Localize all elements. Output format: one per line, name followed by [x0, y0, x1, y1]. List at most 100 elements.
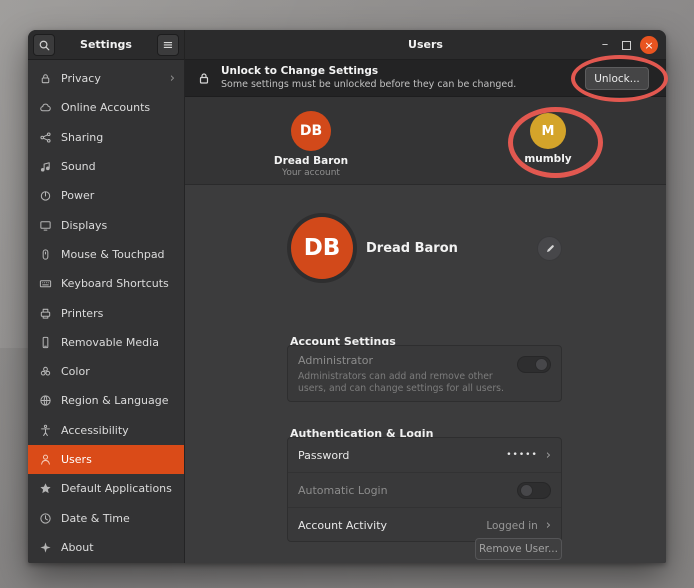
sidebar-item-accessibility[interactable]: Accessibility — [28, 416, 184, 445]
sparkle-icon — [38, 540, 52, 554]
sidebar-item-label: Region & Language — [61, 394, 169, 407]
power-icon — [38, 189, 52, 203]
padlock-icon — [197, 71, 211, 85]
account-settings-card: Administrator Administrators can add and… — [287, 345, 562, 402]
sidebar-item-label: Mouse & Touchpad — [61, 248, 165, 261]
sidebar-item-mouse-touchpad[interactable]: Mouse & Touchpad — [28, 240, 184, 269]
sidebar-item-keyboard-shortcuts[interactable]: Keyboard Shortcuts — [28, 269, 184, 298]
maximize-button[interactable] — [622, 41, 631, 50]
sidebar-item-label: Sharing — [61, 131, 103, 144]
chevron-right-icon: › — [546, 519, 551, 532]
sidebar-item-label: Keyboard Shortcuts — [61, 277, 169, 290]
administrator-toggle[interactable] — [517, 356, 551, 373]
administrator-description: Administrators can add and remove other … — [298, 371, 513, 395]
sidebar-item-label: Printers — [61, 307, 103, 320]
sidebar-item-default-applications[interactable]: Default Applications — [28, 474, 184, 503]
administrator-label: Administrator — [298, 354, 551, 367]
password-dots: ••••• — [506, 450, 538, 460]
sidebar-item-label: About — [61, 541, 94, 554]
sidebar-item-power[interactable]: Power — [28, 181, 184, 210]
sidebar-item-sound[interactable]: Sound — [28, 152, 184, 181]
printer-icon — [38, 306, 52, 320]
automatic-login-row[interactable]: Automatic Login — [288, 473, 561, 508]
sidebar-item-label: Privacy — [61, 72, 101, 85]
user-carousel: DB Dread Baron Your account M mumbly — [185, 97, 666, 185]
sidebar-item-label: Removable Media — [61, 336, 159, 349]
sidebar-item-displays[interactable]: Displays — [28, 210, 184, 239]
unlock-banner-text: Unlock to Change Settings Some settings … — [221, 65, 516, 91]
unlock-banner: Unlock to Change Settings Some settings … — [185, 60, 666, 97]
sidebar-item-region-language[interactable]: Region & Language — [28, 386, 184, 415]
settings-window: Settings ≡ Users – × Privacy › Online Ac… — [28, 30, 666, 563]
unlock-banner-subtitle: Some settings must be unlocked before th… — [221, 78, 516, 91]
account-activity-value: Logged in — [486, 520, 537, 532]
sidebar-item-label: Displays — [61, 219, 107, 232]
star-icon — [38, 482, 52, 496]
profile-name: Dread Baron — [366, 241, 458, 256]
main-headerbar: Users – × — [185, 30, 666, 60]
edit-name-button[interactable] — [537, 236, 562, 261]
share-icon — [38, 130, 52, 144]
sidebar-item-label: Sound — [61, 160, 96, 173]
sidebar-item-online-accounts[interactable]: Online Accounts — [28, 93, 184, 122]
sidebar-item-color[interactable]: Color — [28, 357, 184, 386]
headerbar: Settings ≡ Users – × — [28, 30, 666, 60]
sidebar-item-label: Color — [61, 365, 90, 378]
user-subtitle: Your account — [282, 168, 340, 178]
pencil-icon — [544, 243, 556, 255]
sidebar-item-date-time[interactable]: Date & Time — [28, 503, 184, 532]
sidebar-item-label: Accessibility — [61, 424, 129, 437]
sidebar-item-label: Online Accounts — [61, 101, 150, 114]
account-activity-label: Account Activity — [298, 519, 387, 532]
password-row[interactable]: Password ••••• › — [288, 438, 561, 473]
speaker-note-icon — [38, 160, 52, 174]
mouse-icon — [38, 247, 52, 261]
sidebar-headerbar: Settings ≡ — [28, 30, 185, 60]
sidebar-item-sharing[interactable]: Sharing — [28, 123, 184, 152]
close-button[interactable]: × — [640, 36, 658, 54]
person-icon — [38, 453, 52, 467]
unlock-button[interactable]: Unlock... — [585, 67, 649, 90]
sidebar-item-label: Users — [61, 453, 92, 466]
clock-icon — [38, 511, 52, 525]
automatic-login-label: Automatic Login — [298, 484, 388, 497]
automatic-login-toggle[interactable] — [517, 482, 551, 499]
menu-button[interactable]: ≡ — [157, 34, 179, 56]
carousel-user-dread-baron[interactable]: DB Dread Baron Your account — [251, 111, 371, 178]
sidebar-item-about[interactable]: About — [28, 533, 184, 562]
display-icon — [38, 218, 52, 232]
sidebar-item-label: Power — [61, 189, 94, 202]
window-controls: – × — [597, 30, 658, 60]
remove-user-button[interactable]: Remove User... — [475, 538, 562, 560]
accessibility-icon — [38, 423, 52, 437]
profile-avatar: DB — [287, 213, 357, 283]
avatar: M — [530, 113, 566, 149]
color-icon — [38, 365, 52, 379]
lock-icon — [38, 72, 52, 86]
sidebar-item-label: Date & Time — [61, 512, 130, 525]
users-panel: Unlock to Change Settings Some settings … — [185, 60, 666, 563]
sidebar-item-users[interactable]: Users — [28, 445, 184, 474]
toggle-knob — [520, 484, 533, 497]
chevron-right-icon: › — [170, 72, 175, 85]
media-icon — [38, 335, 52, 349]
password-label: Password — [298, 449, 349, 462]
user-name: Dread Baron — [274, 155, 348, 167]
user-detail: DB Dread Baron Account Settings Administ… — [185, 185, 666, 563]
avatar: DB — [291, 217, 353, 279]
minimize-button[interactable]: – — [597, 40, 613, 50]
auth-login-card: Password ••••• › Automatic Login Account… — [287, 437, 562, 542]
toggle-knob — [535, 358, 548, 371]
unlock-banner-title: Unlock to Change Settings — [221, 65, 516, 78]
avatar: DB — [291, 111, 331, 151]
sidebar-item-printers[interactable]: Printers — [28, 298, 184, 327]
cloud-icon — [38, 101, 52, 115]
sidebar-item-privacy[interactable]: Privacy › — [28, 64, 184, 93]
chevron-right-icon: › — [546, 449, 551, 462]
globe-icon — [38, 394, 52, 408]
hamburger-icon: ≡ — [163, 39, 174, 52]
page-title: Users — [185, 30, 666, 60]
sidebar-item-removable-media[interactable]: Removable Media — [28, 328, 184, 357]
keyboard-icon — [38, 277, 52, 291]
carousel-user-mumbly[interactable]: M mumbly — [488, 113, 608, 165]
